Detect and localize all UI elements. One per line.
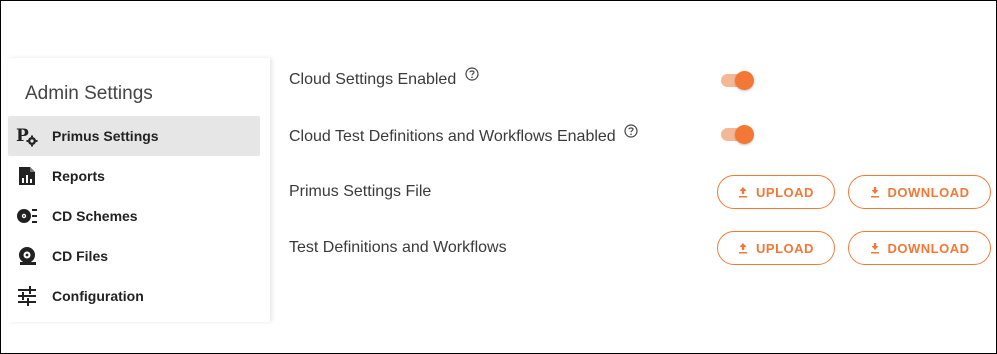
setting-label-cloud-settings: Cloud Settings Enabled <box>289 67 479 89</box>
sidebar-title: Admin Settings <box>25 83 153 104</box>
sidebar-item-cd-schemes[interactable]: CD Schemes <box>8 196 260 236</box>
toggle-thumb <box>735 125 754 144</box>
help-icon[interactable] <box>465 67 479 86</box>
sliders-icon <box>16 285 38 307</box>
sidebar-item-label: Reports <box>52 168 105 184</box>
cd-files-icon <box>16 245 38 267</box>
download-icon <box>870 242 880 254</box>
cd-schemes-icon <box>16 205 38 227</box>
help-icon[interactable] <box>624 124 638 143</box>
setting-label-cloud-test-definitions: Cloud Test Definitions and Workflows Ena… <box>289 124 638 146</box>
sidebar-item-primus-settings[interactable]: P Primus Settings <box>8 116 260 156</box>
setting-label-primus-settings-file: Primus Settings File <box>289 183 432 200</box>
report-icon <box>16 165 38 187</box>
upload-primus-settings-button[interactable]: UPLOAD <box>717 175 835 209</box>
cloud-test-definitions-toggle[interactable] <box>719 123 755 145</box>
sidebar-item-cd-files[interactable]: CD Files <box>8 236 260 276</box>
svg-text:P: P <box>16 126 29 146</box>
toggle-thumb <box>735 71 754 90</box>
sidebar-item-label: CD Schemes <box>52 208 138 224</box>
setting-label-test-definitions-workflows: Test Definitions and Workflows <box>289 239 507 256</box>
sidebar-item-reports[interactable]: Reports <box>8 156 260 196</box>
cloud-settings-toggle[interactable] <box>719 69 755 91</box>
upload-test-definitions-button[interactable]: UPLOAD <box>717 231 835 265</box>
upload-icon <box>738 186 748 198</box>
download-test-definitions-button[interactable]: DOWNLOAD <box>848 231 991 265</box>
primus-settings-icon: P <box>16 125 38 147</box>
sidebar-item-configuration[interactable]: Configuration <box>8 276 260 316</box>
download-icon <box>870 186 880 198</box>
admin-sidebar: Admin Settings P Primus Settings Reports… <box>8 58 270 322</box>
sidebar-item-label: CD Files <box>52 248 109 264</box>
sidebar-item-label: Configuration <box>52 288 144 304</box>
sidebar-item-label: Primus Settings <box>52 128 159 144</box>
upload-icon <box>738 242 748 254</box>
download-primus-settings-button[interactable]: DOWNLOAD <box>848 175 991 209</box>
